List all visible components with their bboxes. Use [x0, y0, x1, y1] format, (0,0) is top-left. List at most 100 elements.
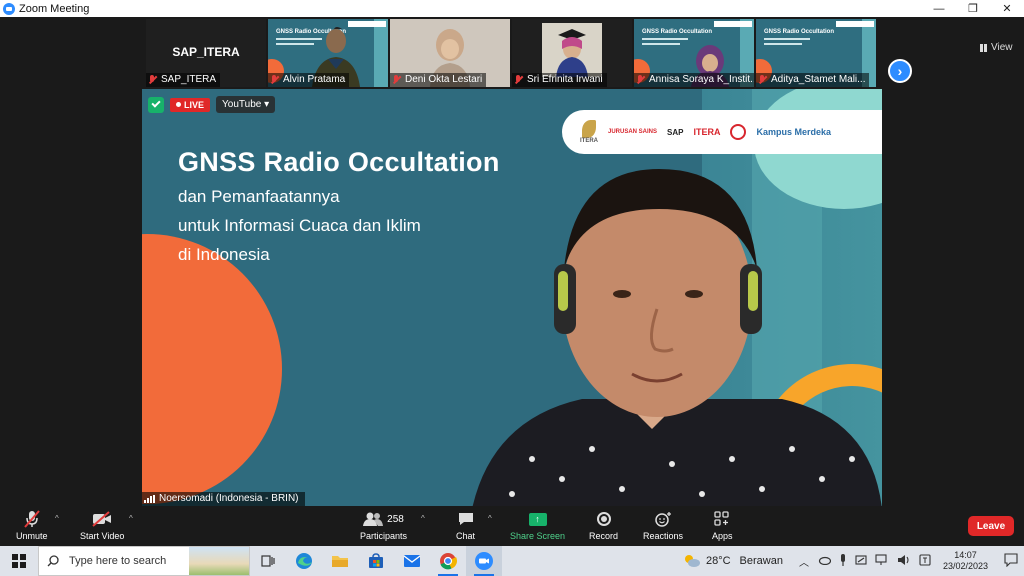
slide-line: untuk Informasi Cuaca dan Iklim: [178, 216, 421, 235]
apps-icon: [714, 510, 730, 528]
participant-tile-deni[interactable]: Deni Okta Lestari: [390, 19, 510, 87]
muted-mic-icon: [270, 75, 279, 85]
weather-widget[interactable]: 28°C Berawan: [683, 554, 783, 568]
chat-options-caret[interactable]: ^: [488, 514, 492, 523]
file-explorer-icon[interactable]: [322, 546, 358, 576]
mail-icon[interactable]: [394, 546, 430, 576]
share-screen-icon: ↑: [528, 512, 547, 526]
brin-logo: [730, 124, 747, 140]
search-highlight-art: [189, 547, 249, 575]
language-icon[interactable]: [919, 553, 931, 569]
muted-mic-icon: [148, 75, 157, 85]
network-icon[interactable]: [875, 553, 889, 569]
windows-taskbar: Type here to search 28°C Berawan ︿ 14:07…: [0, 546, 1024, 576]
muted-mic-icon: [636, 75, 645, 85]
title-bar: Zoom Meeting — ❐ ✕: [0, 0, 1024, 17]
live-bar: LIVE YouTube ▾: [148, 96, 276, 113]
record-icon: [596, 512, 611, 526]
slide-line: dan Pemanfaatannya: [178, 187, 340, 206]
security-shield-icon[interactable]: [148, 96, 164, 113]
minimize-button[interactable]: —: [922, 0, 956, 17]
sponsor-logos: ITERA JURUSAN SAINS SAP ITERA Kampus Mer…: [562, 110, 882, 154]
slide-line: di Indonesia: [178, 245, 270, 264]
speaker-name-label: Noersomadi (Indonesia - BRIN): [142, 492, 305, 506]
participant-name-label: Annisa Soraya K_Instit...: [634, 73, 754, 87]
participant-name-label: SAP_ITERA: [146, 73, 221, 87]
speaker-video: [472, 159, 882, 506]
participant-tile-alvin[interactable]: GNSS Radio Occultation Alvin Pratama: [268, 19, 388, 87]
chat-icon: [458, 510, 474, 528]
thumb-slide-title: GNSS Radio Occultation: [642, 29, 713, 35]
muted-mic-icon: [514, 75, 523, 85]
store-icon[interactable]: [358, 546, 394, 576]
reactions-icon: [654, 510, 672, 528]
start-video-button[interactable]: Start Video: [80, 510, 124, 541]
participant-tile-sap-itera[interactable]: SAP_ITERA SAP_ITERA: [146, 19, 266, 87]
grid-view-icon: [980, 43, 988, 52]
thumb-slide-title: GNSS Radio Occultation: [764, 29, 835, 35]
share-screen-button[interactable]: ↑ Share Screen: [510, 510, 565, 541]
muted-mic-icon: [758, 75, 767, 85]
cloud-sun-icon: [684, 555, 700, 567]
participant-name-label: Deni Okta Lestari: [390, 73, 487, 87]
meeting-controls: Unmute ^ Start Video ^ 258 Participants …: [0, 506, 1024, 546]
participants-count: 258: [387, 513, 404, 525]
unmute-button[interactable]: Unmute: [16, 510, 48, 541]
zoom-taskbar-icon[interactable]: [466, 546, 502, 576]
show-hidden-icons-icon[interactable]: ︿: [799, 554, 809, 569]
main-video: GNSS Radio Occultation dan Pemanfaatanny…: [142, 89, 882, 506]
window-controls: — ❐ ✕: [922, 0, 1024, 17]
muted-mic-icon: [392, 75, 401, 85]
apps-button[interactable]: Apps: [712, 510, 733, 541]
zoom-logo-icon: [3, 2, 15, 15]
participant-photo: [542, 23, 602, 77]
participants-options-caret[interactable]: ^: [421, 514, 425, 523]
leave-button[interactable]: Leave: [968, 516, 1014, 536]
reactions-button[interactable]: Reactions: [643, 510, 683, 541]
audio-options-caret[interactable]: ^: [55, 514, 59, 523]
participant-tile-aditya[interactable]: GNSS Radio Occultation Aditya_Stamet Mal…: [756, 19, 876, 87]
task-view-icon[interactable]: [250, 546, 286, 576]
video-options-caret[interactable]: ^: [129, 514, 133, 523]
system-tray: 28°C Berawan ︿ 14:07 23/02/2023: [683, 546, 1024, 576]
kampus-merdeka-logo: Kampus Merdeka: [756, 126, 831, 137]
record-button[interactable]: Record: [589, 510, 618, 541]
window-title: Zoom Meeting: [19, 2, 90, 15]
participants-icon: [363, 512, 384, 526]
pen-icon[interactable]: [855, 554, 867, 569]
volume-icon[interactable]: [897, 554, 911, 569]
live-badge: LIVE: [170, 97, 211, 112]
taskbar-clock[interactable]: 14:07 23/02/2023: [943, 550, 988, 572]
signal-icon: [144, 495, 155, 503]
participant-name-label: Aditya_Stamet Mali...: [756, 73, 870, 87]
live-dot-icon: [176, 102, 181, 107]
participant-name-label: Sri Efrinita Irwani: [512, 73, 607, 87]
zoom-window: Zoom Meeting — ❐ ✕ SAP_ITERA SAP_ITERA G…: [0, 0, 1024, 576]
participant-name-label: Alvin Pratama: [268, 73, 350, 87]
notifications-icon[interactable]: [1004, 552, 1018, 570]
video-off-icon: [92, 510, 112, 528]
edge-browser-icon[interactable]: [286, 546, 322, 576]
slide-title: GNSS Radio Occultation: [178, 147, 500, 177]
participant-tile-annisa[interactable]: GNSS Radio Occultation Annisa Soraya K_I…: [634, 19, 754, 87]
search-icon: [47, 555, 59, 567]
taskbar-search[interactable]: Type here to search: [38, 546, 250, 576]
microphone-icon[interactable]: [839, 553, 847, 569]
restore-button[interactable]: ❐: [956, 0, 990, 17]
chrome-icon[interactable]: [430, 546, 466, 576]
itera-red-logo: ITERA: [693, 127, 721, 137]
decorative-orange-circle: [142, 234, 282, 504]
onedrive-icon[interactable]: [817, 555, 832, 568]
participant-tile-sri[interactable]: Sri Efrinita Irwani: [512, 19, 632, 87]
search-placeholder: Type here to search: [69, 555, 167, 567]
view-button[interactable]: View: [980, 42, 1013, 53]
close-button[interactable]: ✕: [990, 0, 1024, 17]
gallery-strip: SAP_ITERA SAP_ITERA GNSS Radio Occultati…: [0, 17, 1024, 89]
stream-destination-button[interactable]: YouTube ▾: [216, 96, 276, 113]
participants-button[interactable]: 258 Participants: [360, 510, 407, 541]
participant-center-name: SAP_ITERA: [172, 45, 240, 59]
chat-button[interactable]: Chat: [456, 510, 475, 541]
next-page-button[interactable]: ›: [888, 59, 912, 83]
muted-mic-icon: [23, 510, 40, 528]
windows-start-icon[interactable]: [12, 554, 26, 568]
